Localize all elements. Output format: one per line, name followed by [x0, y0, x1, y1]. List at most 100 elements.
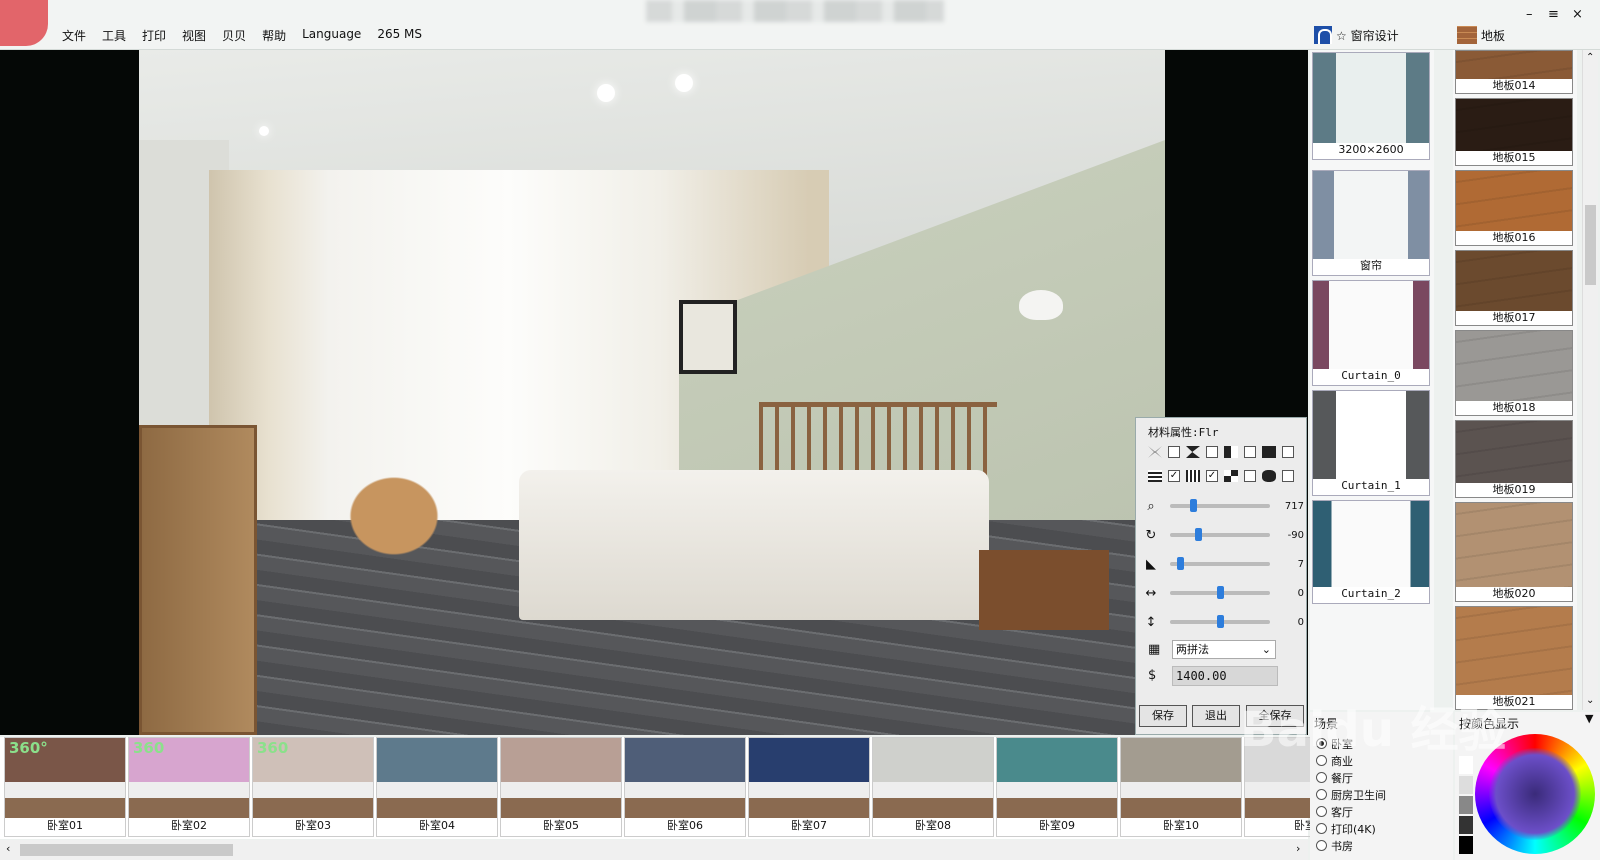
scene-option[interactable]: 卧室 [1310, 735, 1453, 752]
floor-tile[interactable]: 地板018 [1455, 330, 1573, 416]
scroll-right-icon[interactable]: › [1296, 842, 1300, 855]
floor-tile[interactable]: 地板015 [1455, 98, 1573, 166]
rows-checkbox[interactable]: ✓ [1168, 470, 1180, 482]
slider-shear[interactable]: ◣ 7 [1144, 554, 1304, 574]
floor-tile[interactable]: 地板021 [1455, 606, 1573, 710]
curtain-tile[interactable]: 3200×2600 [1312, 52, 1430, 160]
flip-horizontal-checkbox[interactable] [1168, 446, 1180, 458]
slider-zoom[interactable]: ⌕ 717 [1144, 496, 1304, 516]
radio-button[interactable] [1316, 823, 1327, 834]
menu-item[interactable]: 文件 [62, 27, 86, 44]
panel-collapse-icon[interactable]: ▼ [1585, 712, 1593, 725]
slider-value: 717 [1284, 500, 1304, 512]
menu-item[interactable]: Language [302, 27, 361, 44]
slider-knob[interactable] [1216, 586, 1224, 599]
color-swatch[interactable] [1459, 756, 1473, 774]
window-menu-button[interactable]: ≡ [1548, 7, 1559, 22]
hexagon-checkbox[interactable] [1282, 470, 1294, 482]
menu-item[interactable]: 打印 [142, 27, 166, 44]
scene-thumbnail[interactable]: 360 卧室03 [252, 737, 374, 837]
vertical-scrollbar[interactable]: ⌃ ⌄ [1582, 50, 1598, 710]
color-swatch[interactable] [1459, 776, 1473, 794]
scene-thumbnail[interactable]: 360 卧室02 [128, 737, 250, 837]
checker-checkbox[interactable] [1244, 470, 1256, 482]
slider-track[interactable] [1170, 499, 1270, 512]
save-all-button[interactable]: 全保存 [1246, 705, 1304, 727]
floor-tile[interactable]: 地板017 [1455, 250, 1573, 326]
slider-track[interactable] [1170, 586, 1270, 599]
radio-button[interactable] [1316, 806, 1327, 817]
scene-option[interactable]: 厨房卫生间 [1310, 786, 1453, 803]
slider-track[interactable] [1170, 557, 1270, 570]
scene-thumbnail[interactable]: 卧室05 [500, 737, 622, 837]
menu-item[interactable]: 帮助 [262, 27, 286, 44]
menu-item[interactable]: 工具 [102, 27, 126, 44]
scene-thumbnail[interactable]: 卧室04 [376, 737, 498, 837]
scene-thumbnail[interactable]: 卧室09 [996, 737, 1118, 837]
slider-knob[interactable] [1190, 499, 1198, 512]
slider-knob[interactable] [1177, 557, 1185, 570]
scene-option[interactable]: 书房 [1310, 837, 1453, 854]
pattern-dropdown[interactable]: 两拼法 ⌄ [1172, 640, 1276, 659]
scroll-down-icon[interactable]: ⌄ [1586, 695, 1594, 706]
scroll-up-icon[interactable]: ⌃ [1586, 52, 1594, 63]
color-swatch[interactable] [1459, 796, 1473, 814]
curtain-tile[interactable]: Curtain_2 [1312, 500, 1430, 604]
scene-option[interactable]: 打印(4K) [1310, 820, 1453, 837]
floor-tile[interactable]: 地板019 [1455, 420, 1573, 498]
floor-tile[interactable]: 地板014 [1455, 50, 1573, 94]
slider-knob[interactable] [1216, 615, 1224, 628]
tile-pattern-checkbox[interactable] [1244, 446, 1256, 458]
horizontal-scrollbar[interactable]: ‹ › [0, 840, 1308, 860]
price-field[interactable]: 1400.00 [1172, 666, 1278, 686]
slider-h-move[interactable]: ↔ 0 [1144, 583, 1304, 603]
slider-knob[interactable] [1195, 528, 1203, 541]
floor-tile[interactable]: 地板020 [1455, 502, 1573, 602]
curtain-tile[interactable]: 窗帘 [1312, 170, 1430, 276]
slider-rotate[interactable]: ↻ -90 [1144, 525, 1304, 545]
radio-button[interactable] [1316, 772, 1327, 783]
color-wheel[interactable] [1475, 734, 1595, 854]
scene-option[interactable]: 客厅 [1310, 803, 1453, 820]
color-swatch[interactable] [1459, 836, 1473, 854]
radio-button[interactable] [1316, 755, 1327, 766]
menu-item[interactable]: 贝贝 [222, 27, 246, 44]
thumbnail-label: 卧室04 [419, 819, 455, 832]
floor-tile[interactable]: 地板016 [1455, 170, 1573, 246]
save-button[interactable]: 保存 [1139, 705, 1187, 727]
scene-thumbnail[interactable]: 卧室07 [748, 737, 870, 837]
radio-button[interactable] [1316, 789, 1327, 800]
scroll-thumb[interactable] [1585, 205, 1596, 285]
minimize-button[interactable]: – [1526, 7, 1533, 22]
close-button[interactable]: × [1572, 7, 1583, 22]
curtain-tile[interactable]: Curtain_1 [1312, 390, 1430, 496]
slider-v-move[interactable]: ↕ 0 [1144, 612, 1304, 632]
menu-item[interactable]: 265 MS [377, 27, 422, 44]
radio-button[interactable] [1316, 840, 1327, 851]
scene-thumbnail[interactable]: 360° 卧室01 [4, 737, 126, 837]
menu-item[interactable]: 视图 [182, 27, 206, 44]
tab-curtain-design[interactable]: ☆ 窗帘设计 [1314, 24, 1399, 46]
columns-checkbox[interactable]: ✓ [1206, 470, 1218, 482]
tile-block-checkbox[interactable] [1282, 446, 1294, 458]
scene-option[interactable]: 餐厅 [1310, 769, 1453, 786]
floor-preview [1456, 171, 1572, 231]
scroll-left-icon[interactable]: ‹ [6, 842, 10, 855]
color-swatch[interactable] [1459, 816, 1473, 834]
tab-floor[interactable]: 地板 [1457, 24, 1505, 46]
room-render-viewport[interactable] [139, 50, 1165, 735]
scene-thumbnail[interactable]: 卧室06 [624, 737, 746, 837]
scene-option[interactable]: 商业 [1310, 752, 1453, 769]
curtain-tile[interactable]: Curtain_0 [1312, 280, 1430, 386]
slider-value: 7 [1297, 558, 1304, 570]
slider-track[interactable] [1170, 615, 1270, 628]
exit-button[interactable]: 退出 [1192, 705, 1240, 727]
scene-thumbnail[interactable]: 卧室10 [1120, 737, 1242, 837]
hscroll-thumb[interactable] [20, 844, 233, 856]
tab-curtain-label: ☆ 窗帘设计 [1336, 28, 1399, 43]
scene-thumbnail[interactable]: 卧室08 [872, 737, 994, 837]
curtain-list: 3200×2600 窗帘 Curtain_0 Curtain_1 Curtain_2 [1310, 50, 1434, 710]
radio-button[interactable] [1316, 738, 1327, 749]
flip-vertical-checkbox[interactable] [1206, 446, 1218, 458]
slider-track[interactable] [1170, 528, 1270, 541]
